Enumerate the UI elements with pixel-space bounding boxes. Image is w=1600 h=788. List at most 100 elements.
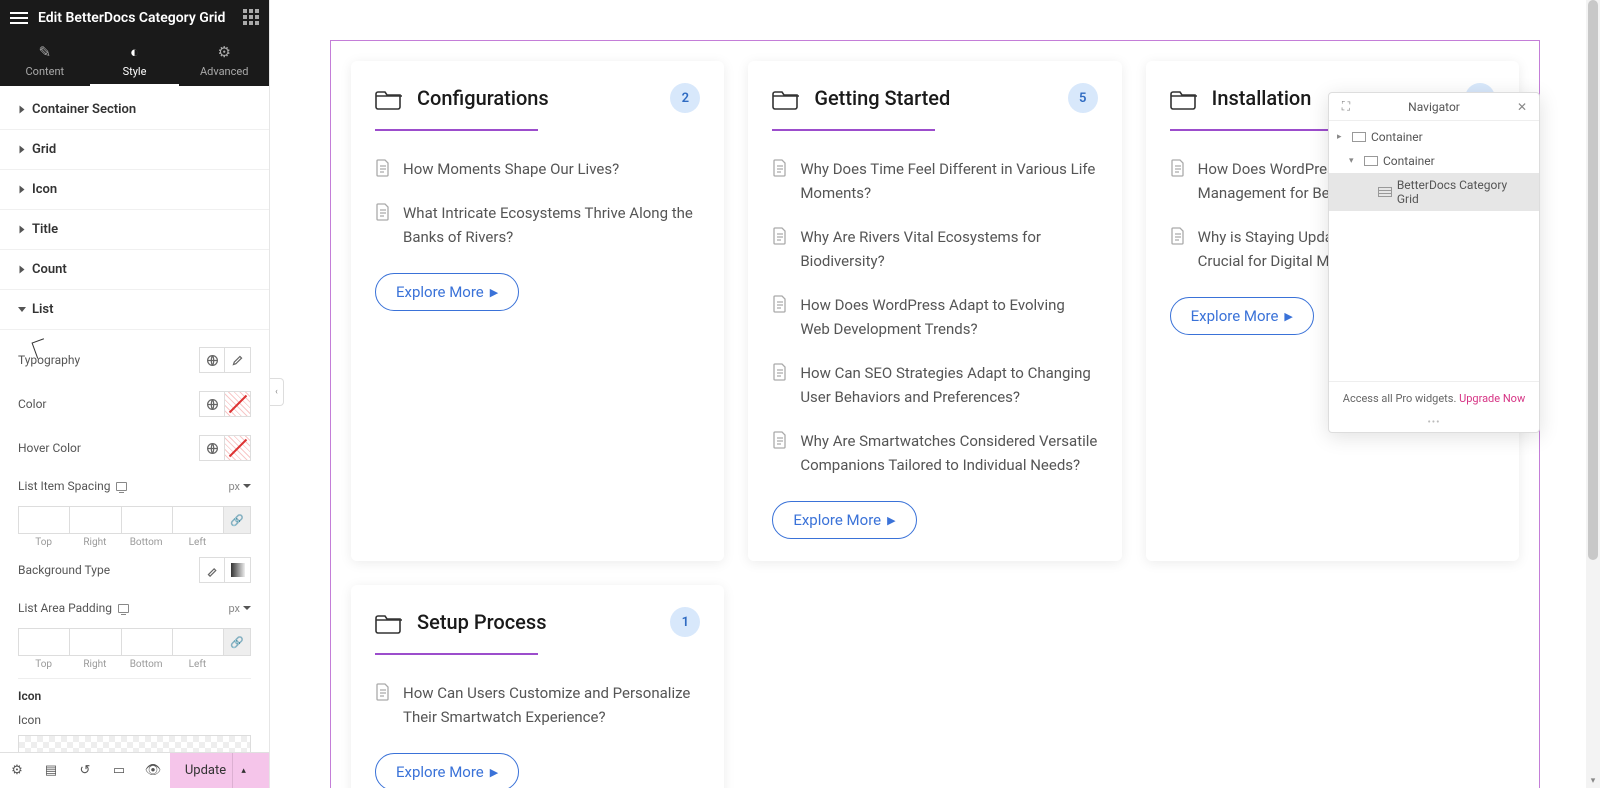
icon-sub-label: Icon xyxy=(18,709,251,731)
expand-icon[interactable]: ⛶ xyxy=(1337,99,1355,114)
tab-content[interactable]: ✎Content xyxy=(0,36,90,86)
navigator-title: Navigator xyxy=(1355,100,1513,114)
device-icon[interactable] xyxy=(116,482,127,491)
section-grid[interactable]: Grid xyxy=(0,130,269,170)
section-title[interactable]: Title xyxy=(0,210,269,250)
doc-item[interactable]: How Moments Shape Our Lives? xyxy=(375,147,700,191)
panel-tabs: ✎Content ◐Style ⚙Advanced xyxy=(0,36,269,86)
edit-typography-button[interactable] xyxy=(225,347,251,373)
link-values-button[interactable]: 🔗 xyxy=(223,628,251,656)
settings-icon[interactable]: ⚙ xyxy=(0,753,34,788)
unit-selector[interactable]: px xyxy=(228,480,251,493)
section-icon[interactable]: Icon xyxy=(0,170,269,210)
chevron-right-icon: ▶ xyxy=(490,286,498,299)
tree-row-widget[interactable]: BetterDocs Category Grid xyxy=(1329,173,1539,211)
explore-more-button[interactable]: Explore More▶ xyxy=(375,753,519,788)
card-underline xyxy=(375,653,538,655)
globe-icon[interactable] xyxy=(199,391,225,417)
padding-right-input[interactable] xyxy=(69,628,120,656)
widget-icon xyxy=(1378,187,1392,197)
list-item-spacing-label: List Item Spacing xyxy=(18,479,110,493)
pencil-icon: ✎ xyxy=(39,43,52,61)
elementor-sidebar: Edit BetterDocs Category Grid ✎Content ◐… xyxy=(0,0,270,788)
gear-icon: ⚙ xyxy=(217,43,230,61)
doc-item-label: How Moments Shape Our Lives? xyxy=(403,157,619,181)
count-badge: 1 xyxy=(670,607,700,637)
status-dot-icon xyxy=(10,17,16,19)
doc-item[interactable]: What Intricate Ecosystems Thrive Along t… xyxy=(375,191,700,259)
tree-row-container-2[interactable]: ▾Container xyxy=(1329,149,1539,173)
card-title[interactable]: Setup Process xyxy=(417,610,656,634)
globe-icon[interactable] xyxy=(199,435,225,461)
padding-bottom-input[interactable] xyxy=(121,628,172,656)
icon-preview[interactable] xyxy=(18,735,251,752)
edge-left-label: Left xyxy=(172,656,223,670)
device-icon[interactable] xyxy=(118,604,129,613)
control-typography-label: Typography xyxy=(18,353,80,367)
scroll-down-icon[interactable]: ▾ xyxy=(1586,776,1600,788)
section-list-body: Typography Color Hover Color xyxy=(0,330,269,752)
card-underline xyxy=(772,129,935,131)
padding-left-input[interactable] xyxy=(172,628,223,656)
doc-item[interactable]: How Does WordPress Adapt to Evolving Web… xyxy=(772,283,1097,351)
spacing-left-input[interactable] xyxy=(172,506,223,534)
control-hover-color-label: Hover Color xyxy=(18,441,81,455)
bg-gradient-button[interactable] xyxy=(225,557,251,583)
tab-style-label: Style xyxy=(123,65,147,78)
card-title[interactable]: Getting Started xyxy=(814,86,1053,110)
edge-top-label: Top xyxy=(18,656,69,670)
spacing-right-input[interactable] xyxy=(69,506,120,534)
card-body: Why Does Time Feel Different in Various … xyxy=(772,139,1097,539)
section-count[interactable]: Count xyxy=(0,250,269,290)
history-icon[interactable]: ↺ xyxy=(68,753,102,788)
document-icon xyxy=(772,227,788,245)
hamburger-icon[interactable] xyxy=(8,7,30,29)
navigator-header[interactable]: ⛶ Navigator ✕ xyxy=(1329,93,1539,121)
apps-grid-icon[interactable] xyxy=(243,9,261,27)
explore-more-button[interactable]: Explore More▶ xyxy=(1170,297,1314,335)
update-button[interactable]: Update▴ xyxy=(170,753,269,788)
padding-top-input[interactable] xyxy=(18,628,69,656)
doc-item[interactable]: Why Does Time Feel Different in Various … xyxy=(772,147,1097,215)
unit-selector[interactable]: px xyxy=(228,602,251,615)
globe-icon[interactable] xyxy=(199,347,225,373)
responsive-icon[interactable]: ▭ xyxy=(102,753,136,788)
tree-row-label: Container xyxy=(1371,130,1423,144)
section-list[interactable]: List xyxy=(0,290,269,330)
doc-item-label: How Can SEO Strategies Adapt to Changing… xyxy=(800,361,1097,409)
tab-style[interactable]: ◐Style xyxy=(90,36,180,86)
upgrade-link[interactable]: Upgrade Now xyxy=(1459,392,1525,405)
color-swatch[interactable] xyxy=(225,391,251,417)
edge-top-label: Top xyxy=(18,534,69,548)
link-values-button[interactable]: 🔗 xyxy=(223,506,251,534)
doc-item[interactable]: Why Are Smartwatches Considered Versatil… xyxy=(772,419,1097,487)
hover-color-swatch[interactable] xyxy=(225,435,251,461)
tree-row-container[interactable]: ▸ Container xyxy=(1329,125,1539,149)
navigator-panel[interactable]: ⛶ Navigator ✕ ▸ Container ▾Container Bett… xyxy=(1328,92,1540,433)
document-icon xyxy=(1170,227,1186,245)
explore-more-button[interactable]: Explore More▶ xyxy=(772,501,916,539)
folder-icon xyxy=(375,610,403,634)
drag-handle-icon[interactable]: ••• xyxy=(1329,415,1539,432)
layers-icon[interactable]: ▤ xyxy=(34,753,68,788)
document-icon xyxy=(772,295,788,313)
doc-item[interactable]: How Can Users Customize and Personalize … xyxy=(375,671,700,739)
background-type-label: Background Type xyxy=(18,563,110,577)
card-title[interactable]: Configurations xyxy=(417,86,656,110)
explore-more-button[interactable]: Explore More▶ xyxy=(375,273,519,311)
navigator-footer-text: Access all Pro widgets. xyxy=(1343,392,1459,405)
close-icon[interactable]: ✕ xyxy=(1513,100,1531,114)
preview-icon[interactable]: 👁 xyxy=(136,753,170,788)
doc-item[interactable]: How Can SEO Strategies Adapt to Changing… xyxy=(772,351,1097,419)
scrollbar-thumb[interactable] xyxy=(1588,0,1598,560)
update-options-button[interactable]: ▴ xyxy=(232,753,254,788)
bg-classic-button[interactable] xyxy=(199,557,225,583)
caret-icon: ▸ xyxy=(1337,132,1347,142)
tab-advanced[interactable]: ⚙Advanced xyxy=(179,36,269,86)
spacing-bottom-input[interactable] xyxy=(121,506,172,534)
vertical-scrollbar[interactable]: ▴ ▾ xyxy=(1586,0,1600,788)
spacing-top-input[interactable] xyxy=(18,506,69,534)
section-container[interactable]: Container Section xyxy=(0,90,269,130)
category-card: Setup Process 1 How Can Users Customize an… xyxy=(351,585,724,788)
doc-item[interactable]: Why Are Rivers Vital Ecosystems for Biod… xyxy=(772,215,1097,283)
